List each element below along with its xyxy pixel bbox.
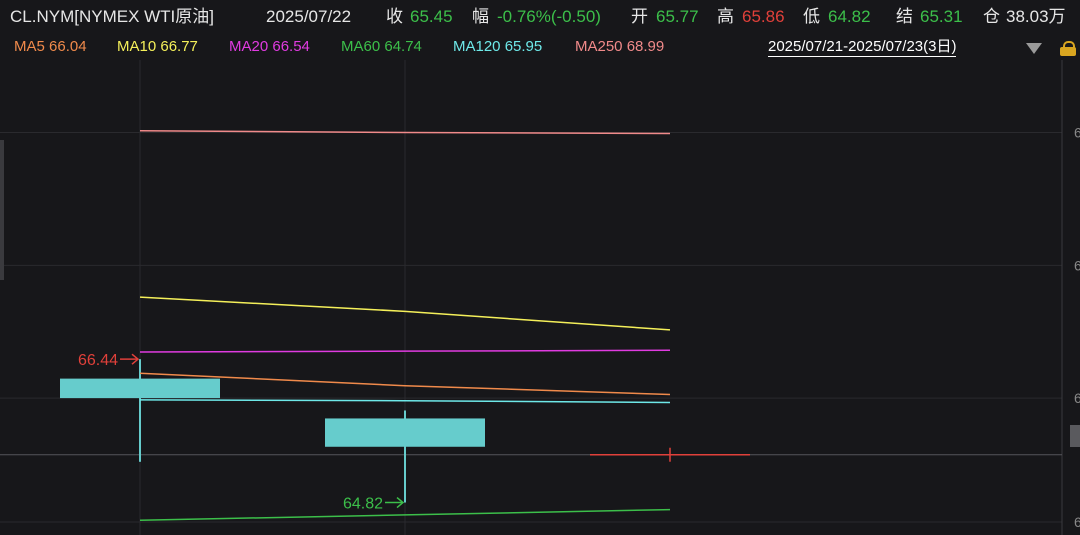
- candle-body: [325, 418, 485, 447]
- low-label: 低: [803, 7, 820, 26]
- ma-legend-item: MA20 66.54: [229, 38, 310, 55]
- annotation-low-label: 64.82: [343, 496, 383, 513]
- ma-legend-item: MA10 66.77: [117, 38, 198, 55]
- price-axis-tick-label: 67.50: [1074, 257, 1080, 273]
- settle-value: 65.31: [920, 7, 963, 26]
- price-axis-tick-label: 64.60: [1074, 514, 1080, 530]
- oi-label: 仓: [983, 7, 1000, 26]
- ma-legend-item: MA250 68.99: [575, 38, 665, 55]
- candle-body: [60, 378, 220, 399]
- lock-icon[interactable]: [1060, 41, 1076, 56]
- candlestick-chart[interactable]: 69.00 67.50 66.00 64.60 66.44 64.82: [0, 60, 1080, 535]
- price-axis-scroll-handle[interactable]: [1070, 425, 1080, 447]
- ma-legend-item: MA120 65.95: [453, 38, 543, 55]
- ma-legend-item: MA5 66.04: [14, 38, 87, 55]
- oi-value: 38.03万: [1006, 7, 1066, 26]
- quote-header: CL.NYM[NYMEX WTI原油] 2025/07/22 收 65.45 幅…: [0, 0, 1080, 36]
- open-label: 开: [631, 7, 648, 26]
- change-value: -0.76%(-0.50): [497, 7, 601, 26]
- high-label: 高: [717, 7, 734, 26]
- high-value: 65.86: [742, 7, 785, 26]
- ma-legend-item: MA60 64.74: [341, 38, 422, 55]
- annotation-high-label: 66.44: [78, 352, 118, 369]
- quote-date: 2025/07/22: [266, 7, 352, 26]
- close-label: 收: [386, 7, 403, 26]
- settle-label: 结: [896, 7, 913, 26]
- low-value: 64.82: [828, 7, 871, 26]
- date-range-selector[interactable]: 2025/07/21-2025/07/23(3日): [768, 38, 957, 57]
- dropdown-triangle-icon[interactable]: [1026, 43, 1042, 54]
- change-label: 幅: [472, 7, 489, 26]
- ma-line-ma20: [139, 349, 671, 353]
- close-value: 65.45: [410, 7, 453, 26]
- left-scroll-handle[interactable]: [0, 140, 4, 280]
- price-axis-tick-label: 69.00: [1074, 125, 1080, 141]
- open-value: 65.77: [656, 7, 699, 26]
- price-axis-tick-label: 66.00: [1074, 390, 1080, 406]
- symbol-title: CL.NYM[NYMEX WTI原油]: [10, 7, 215, 26]
